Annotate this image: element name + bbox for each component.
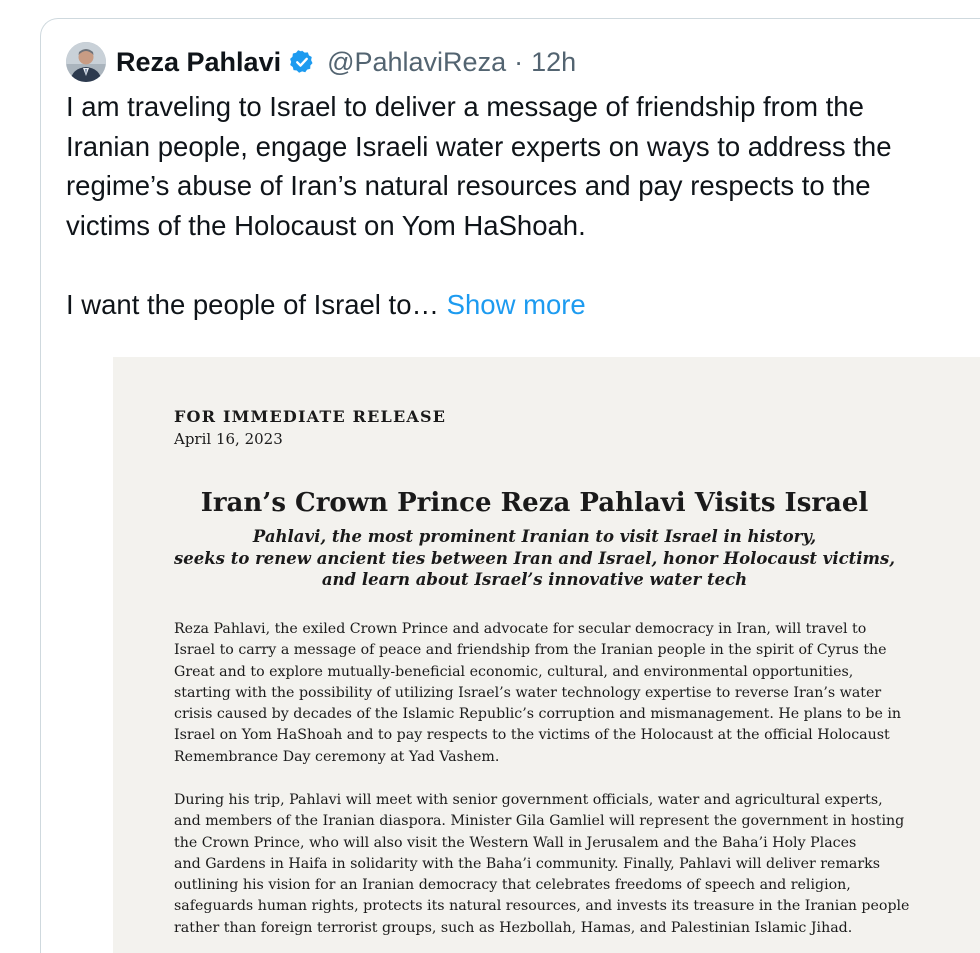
paragraph-line: Remembrance Day ceremony at Yad Vashem.	[174, 748, 500, 765]
author-name[interactable]: Reza Pahlavi	[116, 47, 281, 78]
press-release-image[interactable]: FOR IMMEDIATE RELEASE April 16, 2023 Ira…	[113, 357, 980, 953]
paragraph-line: During his trip, Pahlavi will meet with …	[174, 792, 883, 808]
paragraph-line: and members of the Iranian diaspora. Min…	[174, 813, 905, 830]
paragraph-line: Israel to carry a message of peace and f…	[174, 642, 887, 659]
tweet-paragraph: I am traveling to Israel to deliver a me…	[66, 87, 978, 245]
separator-dot: ·	[514, 46, 524, 77]
paragraph-line: safeguards human rights, protects its na…	[174, 898, 910, 915]
release-paragraph-2: During his trip, Pahlavi will meet with …	[174, 790, 954, 939]
paragraph-line: the Crown Prince, who will also visit th…	[174, 834, 857, 851]
author-handle[interactable]: @PahlaviReza	[327, 47, 506, 78]
paragraph-line: Great and to explore mutually-beneficial…	[174, 663, 854, 680]
tweet-line: victims of the Holocaust on Yom HaShoah.	[66, 209, 586, 241]
release-subheadline: Pahlavi, the most prominent Iranian to v…	[113, 526, 956, 591]
tweet-paragraph: I want the people of Israel to… Show mor…	[66, 285, 978, 325]
subheadline-line: seeks to renew ancient ties between Iran…	[173, 548, 896, 568]
tweet-line: I am traveling to Israel to deliver a me…	[66, 91, 864, 122]
paragraph-line: outlining his vision for an Iranian demo…	[174, 877, 851, 894]
release-label: FOR IMMEDIATE RELEASE	[174, 407, 447, 426]
paragraph-line: rather than foreign terrorist groups, su…	[174, 919, 853, 936]
avatar[interactable]	[66, 42, 106, 82]
paragraph-line: crisis caused by decades of the Islamic …	[174, 706, 902, 723]
subheadline-line: Pahlavi, the most prominent Iranian to v…	[252, 527, 817, 546]
paragraph-line: Israel on Yom HaShoah and to pay respect…	[174, 727, 890, 744]
tweet-line: I want the people of Israel to…	[66, 288, 439, 320]
tweet-line: regime’s abuse of Iran’s natural resourc…	[66, 170, 871, 201]
paragraph-line: Reza Pahlavi, the exiled Crown Prince an…	[174, 621, 867, 637]
release-headline: Iran’s Crown Prince Reza Pahlavi Visits …	[200, 488, 869, 518]
tweet-line: Iranian people, engage Israeli water exp…	[66, 130, 892, 162]
tweet-text: I am traveling to Israel to deliver a me…	[66, 87, 978, 324]
avatar-photo-icon	[66, 42, 106, 82]
timestamp[interactable]: 12h	[531, 47, 576, 78]
paragraph-line: and Gardens in Haifa in solidarity with …	[174, 855, 881, 872]
paragraph-line: starting with the possibility of utilizi…	[174, 684, 882, 701]
release-date: April 16, 2023	[174, 430, 283, 448]
verified-badge-icon[interactable]	[289, 49, 315, 75]
tweet-header: Reza Pahlavi @PahlaviReza · 12h	[116, 42, 576, 82]
subheadline-line: and learn about Israel’s innovative wate…	[321, 570, 748, 589]
show-more-link[interactable]: Show more	[447, 289, 586, 320]
release-paragraph-1: Reza Pahlavi, the exiled Crown Prince an…	[174, 619, 954, 768]
